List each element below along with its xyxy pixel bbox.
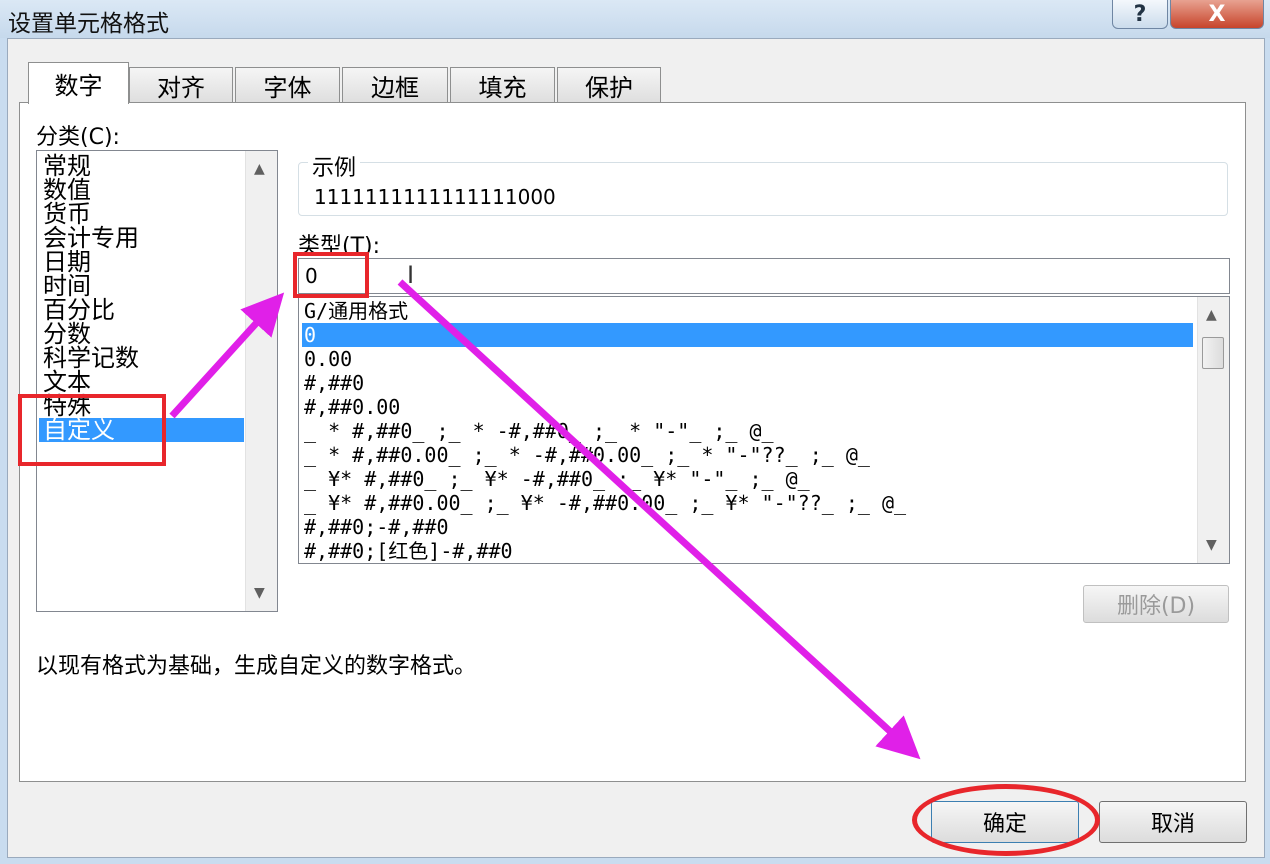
format-item[interactable]: _ * #,##0_ ;_ * -#,##0_ ;_ * "-"_ ;_ @_: [304, 419, 774, 443]
category-item[interactable]: 数值: [43, 178, 91, 202]
format-item[interactable]: #,##0: [304, 371, 364, 395]
type-input-value: 0: [305, 264, 318, 288]
description-text: 以现有格式为基础，生成自定义的数字格式。: [36, 654, 477, 679]
format-item[interactable]: #,##0;-#,##0: [304, 515, 449, 539]
format-item[interactable]: #,##0.00: [304, 395, 400, 419]
format-item-selected[interactable]: 0: [302, 323, 1193, 347]
scroll-thumb[interactable]: [1202, 337, 1224, 369]
format-scrollbar[interactable]: ▲ ▼: [1197, 297, 1229, 563]
text-cursor-icon: I: [407, 261, 415, 289]
category-item[interactable]: 日期: [43, 250, 91, 274]
format-item[interactable]: 0.00: [304, 347, 352, 371]
category-item[interactable]: 时间: [43, 274, 91, 298]
category-item[interactable]: 文本: [43, 370, 91, 394]
category-item[interactable]: 常规: [43, 154, 91, 178]
category-item-selected[interactable]: 自定义: [39, 418, 244, 442]
category-item[interactable]: 科学记数: [43, 346, 139, 370]
format-item[interactable]: _ ¥* #,##0.00_ ;_ ¥* -#,##0.00_ ;_ ¥* "-…: [304, 491, 906, 515]
sample-value: 1111111111111111000: [314, 185, 556, 209]
category-item[interactable]: 百分比: [43, 298, 115, 322]
category-scrollbar[interactable]: ▲ ▼: [245, 151, 277, 611]
format-item[interactable]: _ ¥* #,##0_ ;_ ¥* -#,##0_ ;_ ¥* "-"_ ;_ …: [304, 467, 810, 491]
category-item[interactable]: 货币: [43, 202, 91, 226]
scroll-down-icon[interactable]: ▼: [254, 585, 265, 601]
scroll-up-icon[interactable]: ▲: [254, 161, 265, 177]
format-listbox[interactable]: G/通用格式 0 0.00 #,##0 #,##0.00 _ * #,##0_ …: [298, 296, 1230, 564]
format-item[interactable]: _ * #,##0.00_ ;_ * -#,##0.00_ ;_ * "-"??…: [304, 443, 870, 467]
category-item[interactable]: 分数: [43, 322, 91, 346]
format-item[interactable]: #,##0;[红色]-#,##0: [304, 539, 513, 563]
category-item[interactable]: 特殊: [43, 394, 91, 418]
cancel-button[interactable]: 取消: [1099, 801, 1247, 843]
type-label: 类型(T):: [298, 234, 381, 259]
scroll-up-icon[interactable]: ▲: [1206, 307, 1217, 323]
sample-label: 示例: [308, 150, 361, 182]
type-input[interactable]: 0 I: [298, 258, 1230, 294]
category-item[interactable]: 会计专用: [43, 226, 139, 250]
scroll-down-icon[interactable]: ▼: [1206, 537, 1217, 553]
ok-button[interactable]: 确定: [931, 801, 1079, 843]
category-listbox[interactable]: 常规 数值 货币 会计专用 日期 时间 百分比 分数 科学记数 文本 特殊 自定…: [36, 150, 278, 612]
format-item[interactable]: G/通用格式: [304, 299, 408, 323]
category-label: 分类(C):: [36, 125, 120, 150]
panel-content: 分类(C): 常规 数值 货币 会计专用 日期 时间 百分比 分数 科学记数 文…: [0, 0, 1270, 864]
delete-button[interactable]: 删除(D): [1083, 585, 1229, 623]
